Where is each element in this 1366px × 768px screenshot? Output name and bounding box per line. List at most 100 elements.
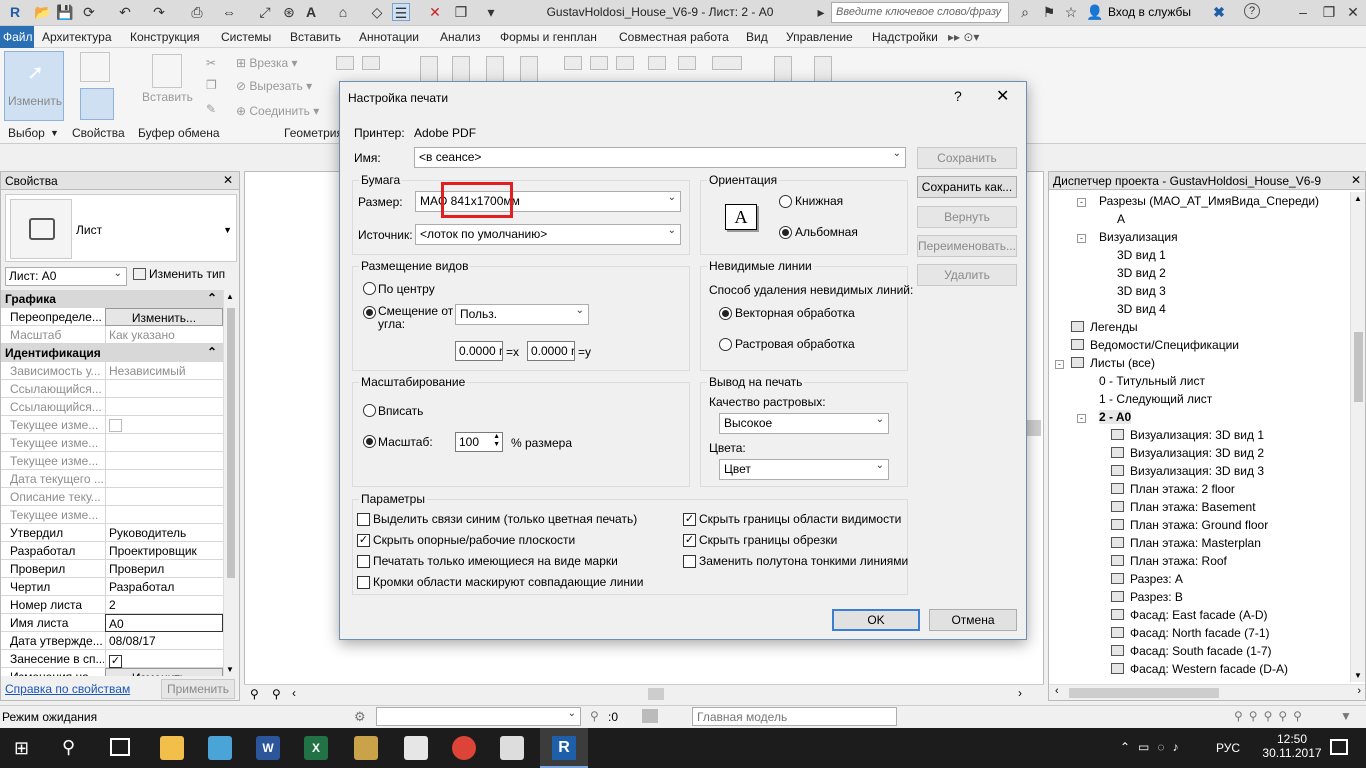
tree-item[interactable]: План этажа: Basement — [1111, 500, 1256, 514]
workset-select[interactable]: ⌄ — [376, 707, 581, 726]
3d-view-icon[interactable]: ⌂ — [334, 3, 352, 21]
property-value[interactable]: Руководитель — [105, 524, 223, 542]
scroll-right-icon[interactable]: › — [1018, 686, 1022, 700]
redo-icon[interactable]: ↷ — [150, 3, 168, 21]
filter-icon[interactable]: ▼ — [1340, 709, 1352, 723]
rename-button[interactable]: Переименовать... — [917, 235, 1017, 257]
design-option-select[interactable]: Главная модель — [692, 707, 897, 726]
property-row[interactable]: Занесение в сп... ✓ — [1, 650, 223, 668]
minimize-icon[interactable]: ‒ — [1294, 3, 1312, 21]
property-value[interactable] — [105, 398, 223, 416]
scale-radio[interactable] — [363, 435, 376, 448]
canvas-scrollbar-thumb[interactable] — [1025, 420, 1041, 436]
property-row[interactable]: Описание теку... — [1, 488, 223, 506]
property-row[interactable]: Чертил Разработал — [1, 578, 223, 596]
explorer-icon[interactable] — [160, 736, 184, 760]
property-row[interactable]: Имя листа A0 — [1, 614, 223, 632]
tool-icon-2[interactable] — [362, 56, 380, 70]
landscape-radio[interactable] — [779, 226, 792, 239]
cancel-button[interactable]: Отмена — [929, 609, 1017, 631]
property-row[interactable]: Номер листа 2 — [1, 596, 223, 614]
dimension-tool-icon[interactable] — [712, 56, 742, 70]
tab-addins[interactable]: Надстройки — [872, 30, 938, 44]
offset-y-input[interactable]: 0.0000 r — [527, 341, 575, 361]
pin-small-icon[interactable]: ⚲ — [272, 687, 281, 701]
tree-expander-icon[interactable]: - — [1077, 414, 1086, 423]
property-checkbox[interactable]: ✓ — [109, 655, 122, 668]
option-checkbox[interactable] — [357, 576, 370, 589]
delete-icon[interactable] — [678, 56, 696, 70]
instance-filter-select[interactable]: Лист: A0 ⌄ — [5, 267, 127, 286]
copy-icon[interactable] — [590, 56, 608, 70]
tool-icon-1[interactable] — [336, 56, 354, 70]
property-value[interactable] — [105, 380, 223, 398]
app-icon[interactable] — [208, 736, 232, 760]
modify-button[interactable]: ➚ Изменить — [4, 51, 64, 121]
browser-scrollbar[interactable]: ▲ ▼ — [1350, 192, 1365, 682]
name-select[interactable]: <в сеансе> ⌄ — [414, 147, 906, 168]
cut-geometry-button[interactable]: ⊘ Вырезать ▾ — [236, 79, 312, 93]
save-as-button[interactable]: Сохранить как... — [917, 176, 1017, 198]
property-value[interactable] — [105, 506, 223, 524]
ok-button[interactable]: OK — [832, 609, 920, 631]
property-value[interactable]: Проверил — [105, 560, 223, 578]
expand-search-icon[interactable]: ▸ — [812, 3, 830, 21]
design-options-icon[interactable] — [642, 709, 658, 723]
offset-mode-select[interactable]: Польз. ⌄ — [455, 304, 589, 325]
properties-close-icon[interactable]: ✕ — [223, 173, 233, 187]
property-row[interactable]: Текущее изме... — [1, 434, 223, 452]
tree-item[interactable]: Фасад: East facade (A-D) — [1111, 608, 1268, 622]
scale-label[interactable]: Масштаб: — [378, 435, 433, 449]
portrait-label[interactable]: Книжная — [795, 194, 843, 208]
option-label[interactable]: Скрыть границы области видимости — [699, 512, 901, 526]
offset-label[interactable]: Смещение от угла: — [378, 305, 456, 331]
property-value[interactable] — [105, 452, 223, 470]
revert-button[interactable]: Вернуть — [917, 206, 1017, 228]
pin-icon[interactable] — [648, 56, 666, 70]
revit-logo-icon[interactable]: R — [6, 3, 24, 21]
property-value[interactable]: Проектировщик — [105, 542, 223, 560]
tab-architecture[interactable]: Архитектура — [42, 30, 112, 44]
properties-scrollbar[interactable]: ▲ ▼ — [223, 290, 237, 676]
option-checkbox[interactable] — [357, 513, 370, 526]
paper-source-select[interactable]: <лоток по умолчанию> ⌄ — [415, 224, 681, 245]
switch-windows-icon[interactable]: ❐ — [452, 3, 470, 21]
option-label[interactable]: Выделить связи синим (только цветная печ… — [373, 512, 637, 526]
raster-label[interactable]: Растровая обработка — [735, 337, 855, 351]
measure-icon[interactable]: ⇔ — [220, 3, 238, 21]
option-checkbox[interactable] — [683, 555, 696, 568]
tab-overflow-icon[interactable]: ▸▸ ⊙▾ — [948, 30, 979, 44]
property-row[interactable]: Ссылающийся... — [1, 398, 223, 416]
offset-icon[interactable] — [452, 56, 470, 84]
scroll-up-icon[interactable]: ▲ — [226, 292, 234, 301]
tab-structure[interactable]: Конструкция — [130, 30, 200, 44]
sync-icon[interactable]: ⟳ — [80, 3, 98, 21]
horizontal-scroll-thumb[interactable] — [648, 688, 664, 700]
user-icon[interactable]: 👤 — [1086, 3, 1104, 21]
property-value[interactable]: A0 — [105, 614, 223, 632]
option-label[interactable]: Печатать только имеющиеся на виде марки — [373, 554, 618, 568]
delete-button[interactable]: Удалить — [917, 264, 1017, 286]
paint-icon[interactable] — [354, 736, 378, 760]
scale-input[interactable]: 100 ▲ ▼ — [455, 432, 503, 452]
tree-item[interactable]: Листы (все) — [1071, 356, 1155, 370]
signin-link[interactable]: Вход в службы — [1108, 5, 1191, 19]
apply-button[interactable]: Применить — [161, 679, 235, 699]
tree-item[interactable]: Фасад: Western facade (D-A) — [1111, 662, 1288, 676]
browser-hscrollbar[interactable]: ‹ › — [1049, 684, 1365, 700]
tab-file[interactable]: Файл — [0, 26, 34, 48]
edit-type-button[interactable]: Изменить тип — [133, 267, 235, 286]
property-row[interactable]: Зависимость у... Независимый — [1, 362, 223, 380]
option-label[interactable]: Кромки области маскируют совпадающие лин… — [373, 575, 643, 589]
tree-item[interactable]: План этажа: Roof — [1111, 554, 1227, 568]
fit-label[interactable]: Вписать — [378, 404, 423, 418]
tree-item[interactable]: Разрезы (МАО_АТ_ИмяВида_Спереди) — [1099, 194, 1319, 208]
colors-select[interactable]: Цвет ⌄ — [719, 459, 889, 480]
tab-systems[interactable]: Системы — [221, 30, 271, 44]
fit-radio[interactable] — [363, 404, 376, 417]
tree-item[interactable]: План этажа: Ground floor — [1111, 518, 1268, 532]
task-view-icon[interactable] — [110, 738, 130, 756]
tree-item[interactable]: A — [1117, 212, 1125, 226]
tree-item[interactable]: 1 - Следующий лист — [1099, 392, 1212, 406]
property-row[interactable]: Текущее изме... — [1, 416, 223, 434]
